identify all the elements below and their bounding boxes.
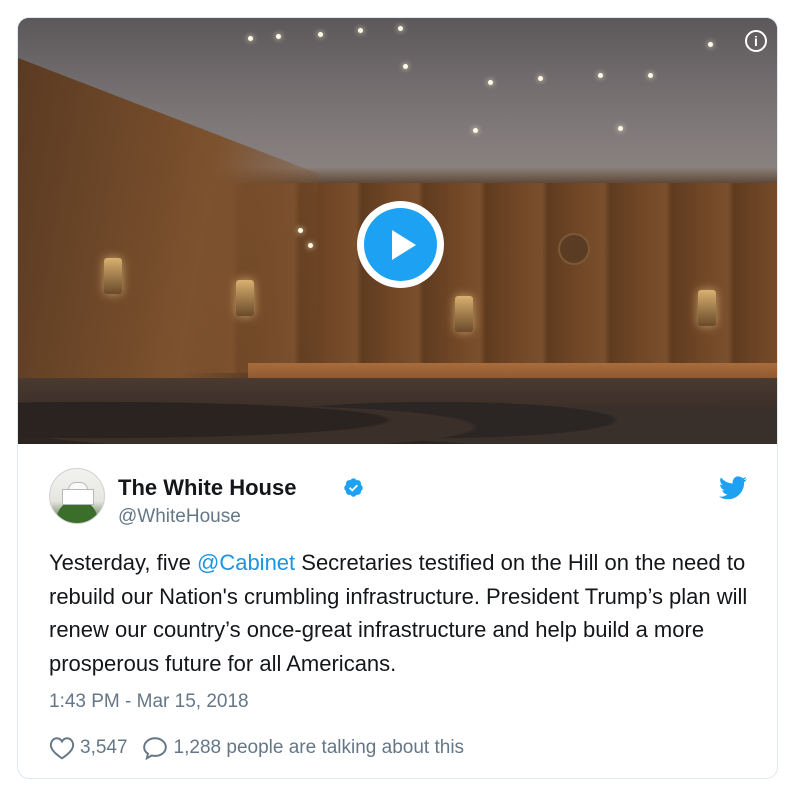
tweet-text: Yesterday, five @Cabinet Secretaries tes… [49,550,748,676]
seal-emblem [558,233,590,265]
tweet-timestamp[interactable]: 1:43 PM - Mar 15, 2018 [49,691,249,713]
twitter-bird-icon[interactable] [719,476,747,500]
cabinet-mention-link[interactable]: @Cabinet [197,550,295,575]
reply-bubble-icon[interactable] [142,736,168,760]
audience [18,378,777,444]
tweet-card: i The White House @WhiteHouse Yesterday,… [17,17,778,779]
heart-icon[interactable] [49,736,75,760]
play-button[interactable] [357,201,444,288]
info-icon[interactable]: i [745,30,767,52]
display-name[interactable]: The White House [118,475,296,501]
user-handle[interactable]: @WhiteHouse [118,506,241,528]
conversation-link[interactable]: 1,288 people are talking about this [174,737,465,759]
tweet-actions: 3,547 1,288 people are talking about thi… [49,734,749,762]
like-count[interactable]: 3,547 [80,737,128,759]
verified-badge-icon [344,478,363,497]
video-thumbnail[interactable]: i [18,18,777,444]
play-icon [391,229,416,260]
white-house-avatar[interactable] [49,468,105,524]
tweet-header: The White House @WhiteHouse [49,468,749,528]
